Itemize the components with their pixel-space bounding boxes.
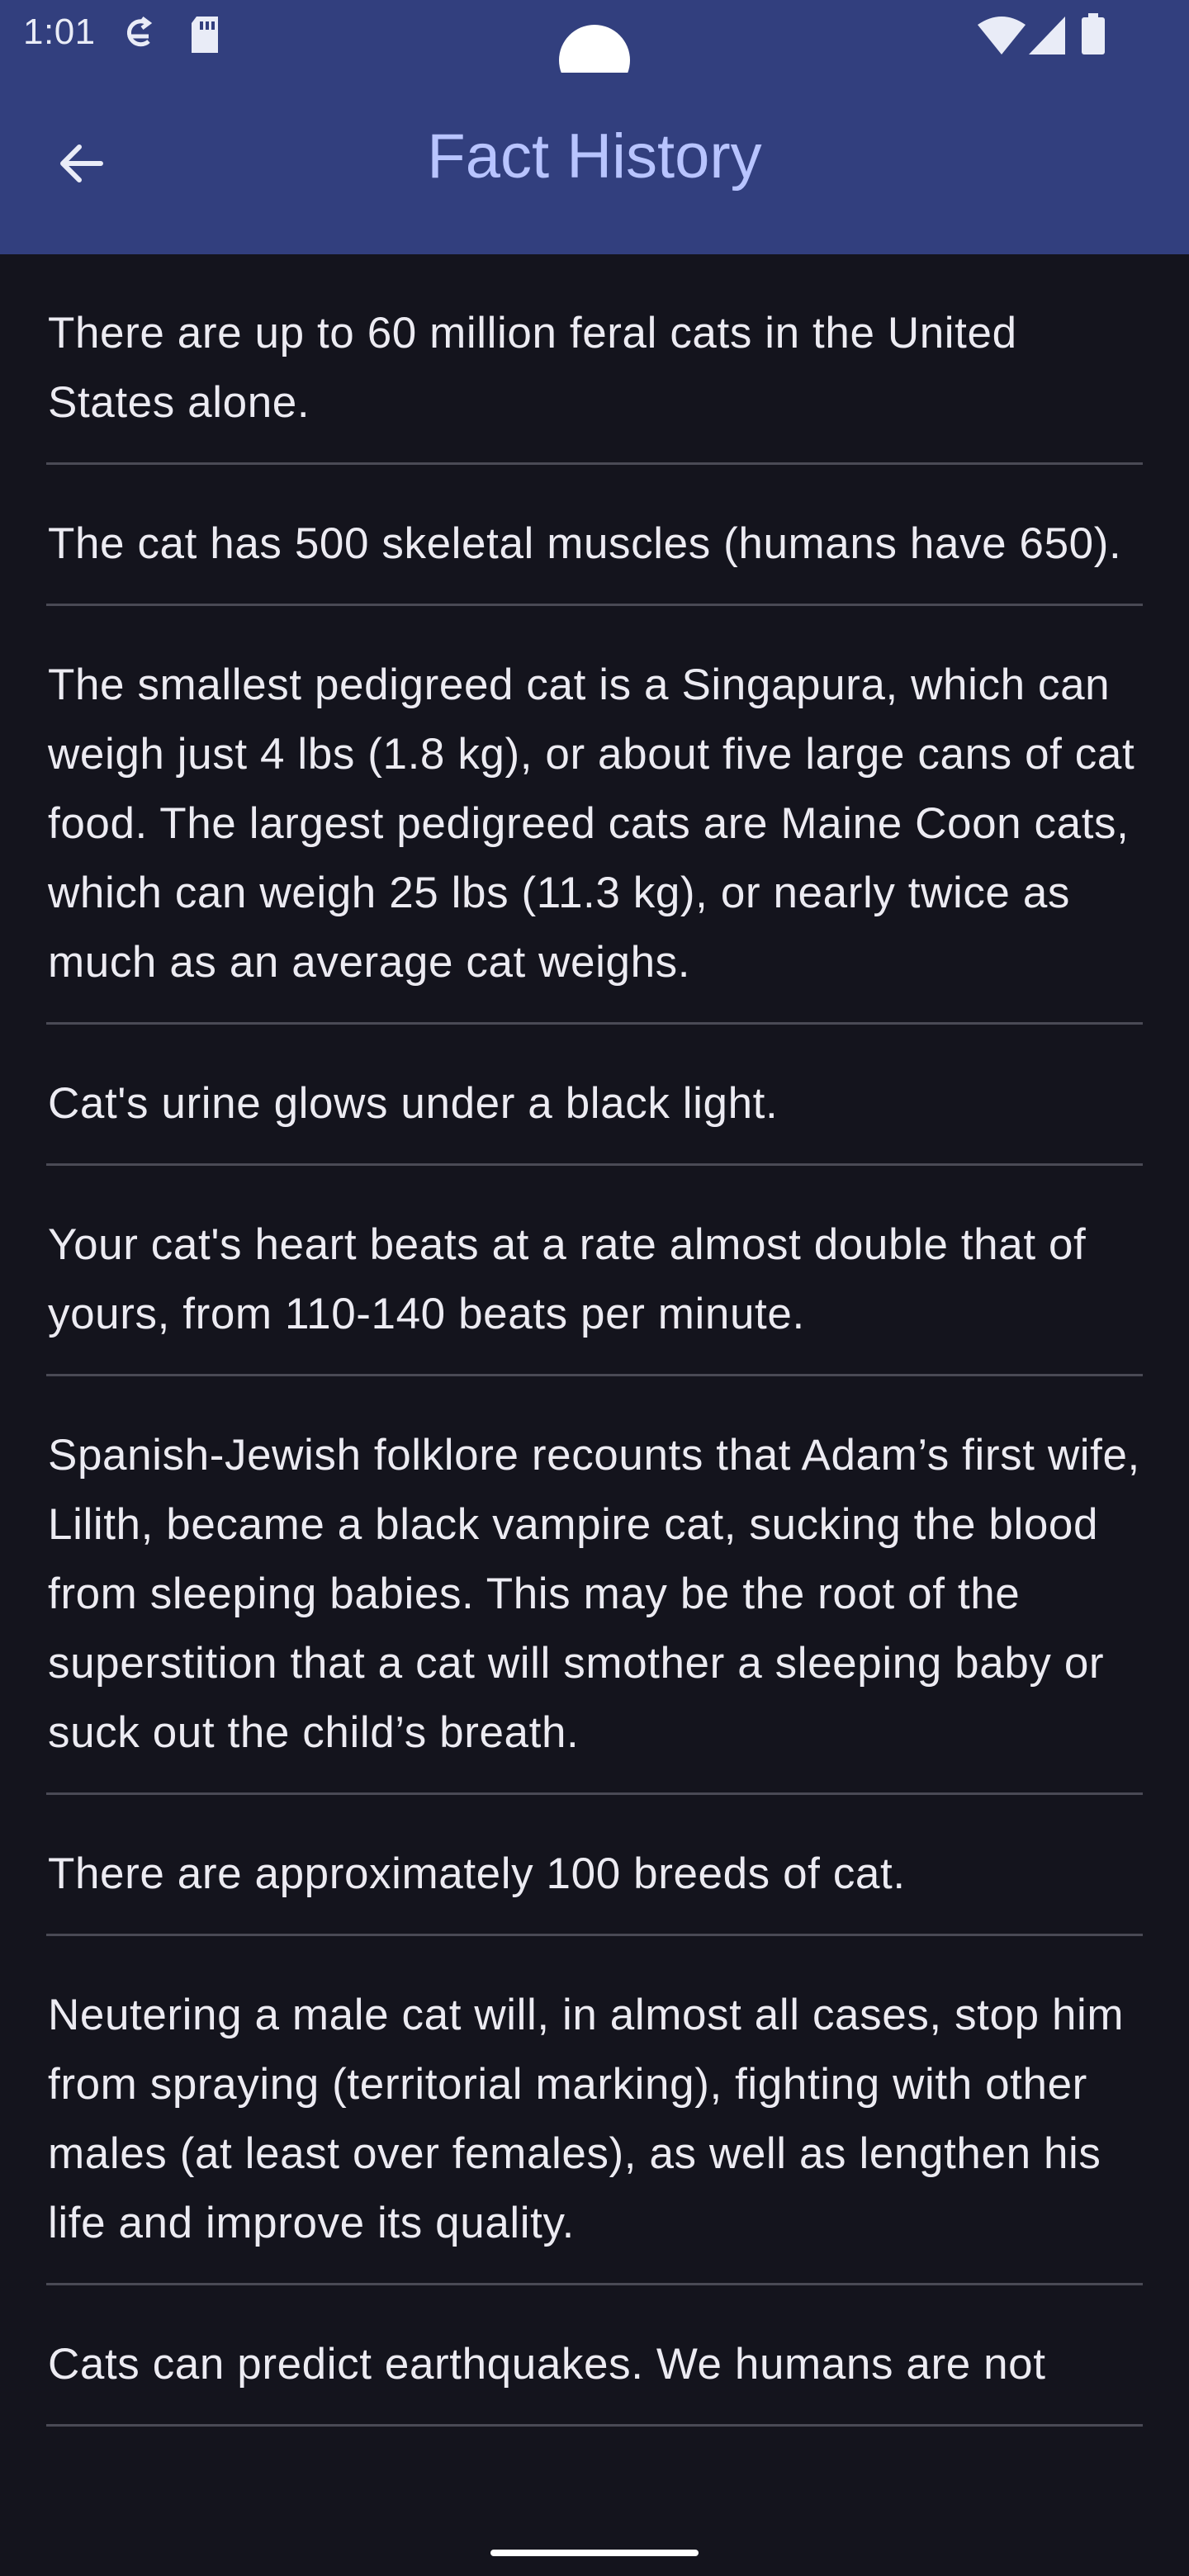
fact-list[interactable]: There are up to 60 million feral cats in… <box>0 254 1189 2526</box>
sd-card-icon <box>188 15 221 59</box>
status-time: 1:01 <box>23 12 96 52</box>
wifi-icon <box>978 17 1026 59</box>
fact-item[interactable]: Your cat's heart beats at a rate almost … <box>46 1166 1143 1376</box>
fact-item[interactable]: Cats can predict earthquakes. We humans … <box>46 2285 1143 2427</box>
signal-icon <box>1029 17 1065 59</box>
gesture-navigation-bar[interactable] <box>490 2550 699 2556</box>
fact-item[interactable]: There are up to 60 million feral cats in… <box>46 254 1143 465</box>
fact-item[interactable]: Spanish-Jewish folklore recounts that Ad… <box>46 1376 1143 1795</box>
app-bar: Fact History <box>0 73 1189 254</box>
fact-item[interactable]: Neutering a male cat will, in almost all… <box>46 1936 1143 2285</box>
fact-item[interactable]: The cat has 500 skeletal muscles (humans… <box>46 465 1143 606</box>
fact-item[interactable]: There are approximately 100 breeds of ca… <box>46 1795 1143 1936</box>
fact-item[interactable]: The smallest pedigreed cat is a Singapur… <box>46 606 1143 1025</box>
battery-icon <box>1082 13 1105 59</box>
sync-icon <box>121 15 157 62</box>
page-title: Fact History <box>427 121 762 192</box>
fact-item[interactable]: Cat's urine glows under a black light. <box>46 1025 1143 1166</box>
